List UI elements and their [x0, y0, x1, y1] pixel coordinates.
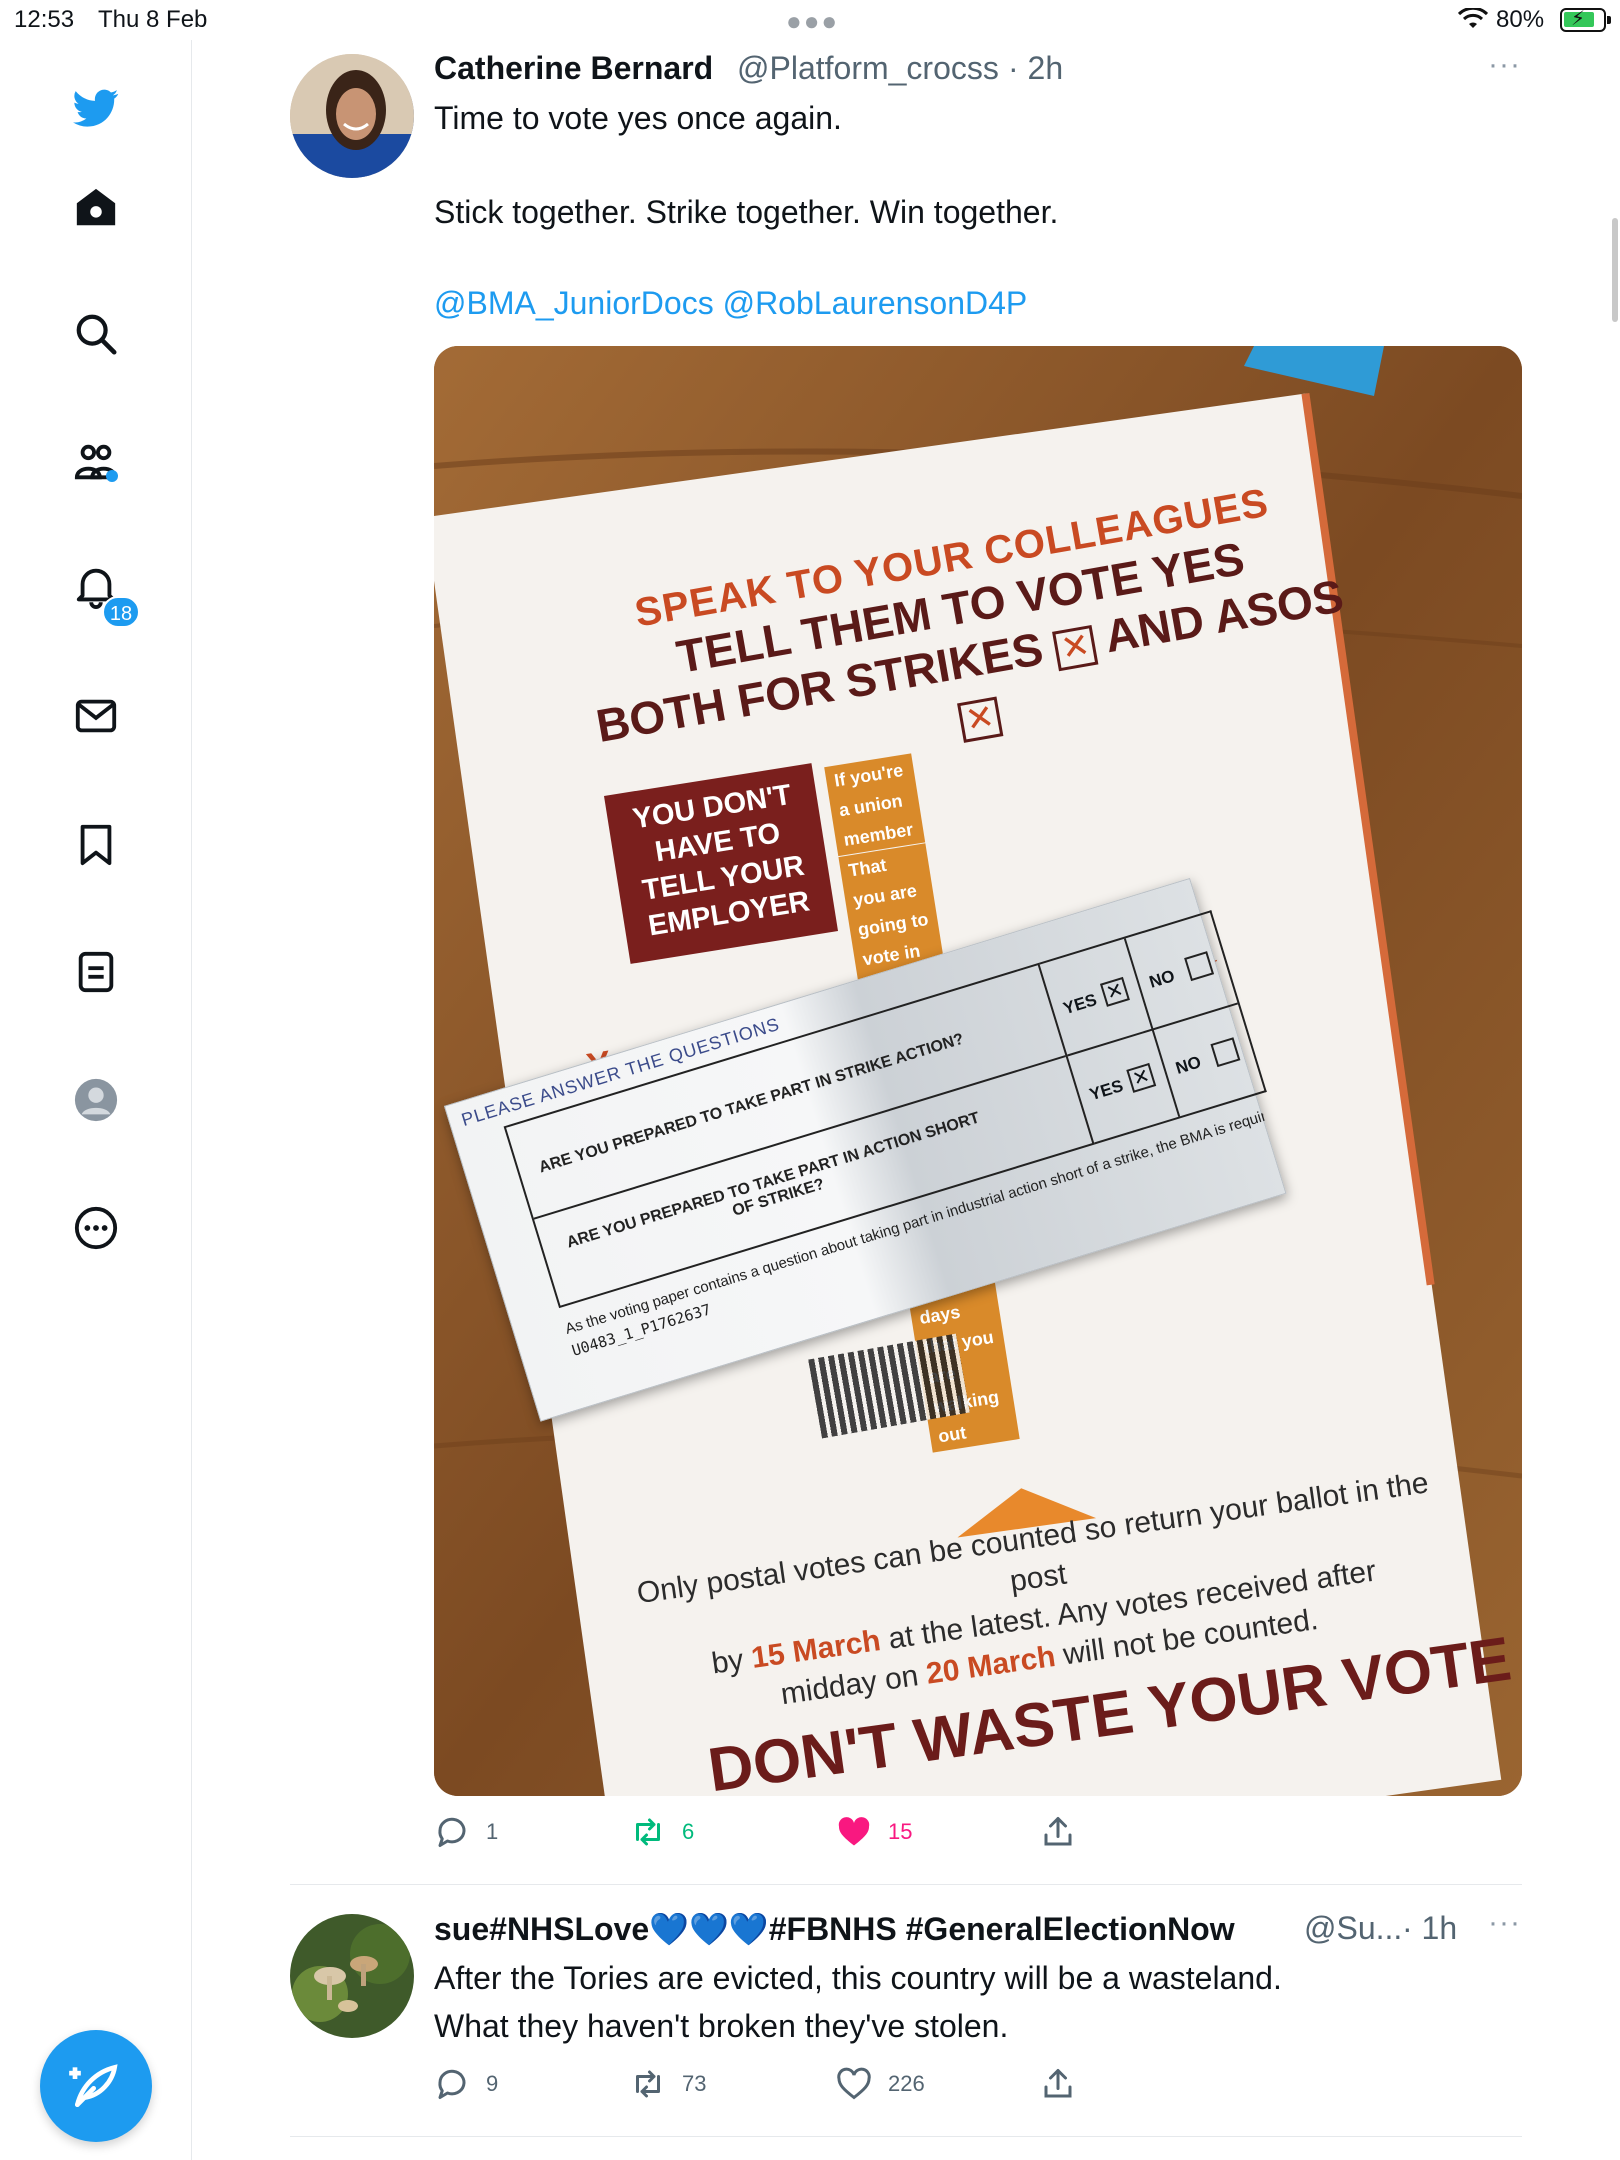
home-icon[interactable]	[70, 182, 122, 234]
messages-icon[interactable]	[70, 690, 122, 742]
battery-percent: 80%	[1496, 6, 1545, 33]
more-horizontal-icon[interactable]: ···	[1488, 1906, 1521, 1940]
more-horizontal-icon[interactable]: ···	[1488, 48, 1521, 82]
compose-tweet-button[interactable]	[40, 2030, 152, 2142]
tweet-photo[interactable]: SPEAK TO YOUR COLLEAGUES TELL THEM TO VO…	[434, 346, 1522, 1796]
tweet-time[interactable]: · 2h	[1008, 50, 1063, 87]
profile-icon[interactable]	[70, 1074, 122, 1126]
share-icon	[1044, 1817, 1072, 1846]
status-date: Thu 8 Feb	[98, 6, 208, 33]
like-button[interactable]: 226	[836, 2066, 925, 2102]
share-icon	[1044, 2069, 1072, 2098]
like-count: 226	[888, 2071, 925, 2096]
more-circle-icon[interactable]	[70, 1202, 122, 1254]
share-button[interactable]	[1040, 2066, 1092, 2102]
heart-filled-icon	[838, 1817, 870, 1846]
tweet-text-line: Stick together. Strike together. Win tog…	[434, 194, 1059, 230]
wifi-icon	[1458, 8, 1488, 28]
share-button[interactable]	[1040, 1814, 1092, 1850]
heart-icon	[837, 2067, 871, 2100]
scrollbar[interactable]	[1612, 218, 1618, 322]
tweet-text-line: What they haven't broken they've stolen.	[434, 2008, 1009, 2044]
retweet-button[interactable]: 6	[630, 1814, 694, 1850]
bookmarks-icon[interactable]	[70, 818, 122, 870]
twitter-logo-icon[interactable]	[70, 82, 122, 134]
retweet-icon	[636, 1818, 660, 1846]
reply-icon	[438, 2069, 466, 2099]
status-bar: 12:53 Thu 8 Feb ●●● 80% ⚡	[0, 0, 1620, 40]
reply-button[interactable]: 9	[434, 2066, 498, 2102]
tweet-text-line: Time to vote yes once again.	[434, 100, 842, 136]
notification-count-badge: 18	[102, 596, 140, 628]
reply-icon	[438, 1817, 466, 1847]
battery-icon: ⚡	[1560, 8, 1611, 32]
multitasking-dots-icon[interactable]: ●●●	[786, 6, 839, 37]
reply-button[interactable]: 1	[434, 1814, 498, 1850]
communities-indicator-dot	[106, 470, 118, 482]
retweet-count: 6	[682, 1819, 695, 1844]
like-button[interactable]: 15	[836, 1814, 912, 1850]
avatar[interactable]	[290, 1914, 414, 2038]
tweet-text-line: After the Tories are evicted, this count…	[434, 1960, 1282, 1996]
sidebar-nav: 18	[0, 40, 192, 2160]
search-icon[interactable]	[70, 308, 122, 360]
user-handle[interactable]: @Platform_crocss	[737, 50, 999, 87]
retweet-count: 73	[682, 2071, 707, 2096]
status-time: 12:53	[14, 6, 75, 33]
tweet-divider	[290, 2136, 1522, 2137]
charging-bolt-icon: ⚡	[1571, 8, 1586, 30]
display-name[interactable]: sue#NHSLove💙💙💙#FBNHS #GeneralElectionNow	[434, 1910, 1235, 1948]
like-count: 15	[888, 1819, 913, 1844]
tweet-divider	[290, 1884, 1522, 1885]
reply-count: 9	[486, 2071, 499, 2096]
retweet-button[interactable]: 73	[630, 2066, 706, 2102]
retweet-icon	[636, 2070, 660, 2098]
avatar[interactable]	[290, 54, 414, 178]
lists-icon[interactable]	[70, 946, 122, 998]
display-name[interactable]: Catherine Bernard	[434, 50, 713, 87]
compose-feather-icon	[69, 2064, 118, 2107]
tweet-time[interactable]: · 1h	[1402, 1910, 1457, 1947]
ballot-photo-illustration	[434, 346, 1522, 1796]
user-handle[interactable]: @Su...	[1304, 1910, 1402, 1947]
tweet-mentions[interactable]: @BMA_JuniorDocs @RobLaurensonD4P	[434, 285, 1027, 322]
reply-count: 1	[486, 1819, 499, 1844]
